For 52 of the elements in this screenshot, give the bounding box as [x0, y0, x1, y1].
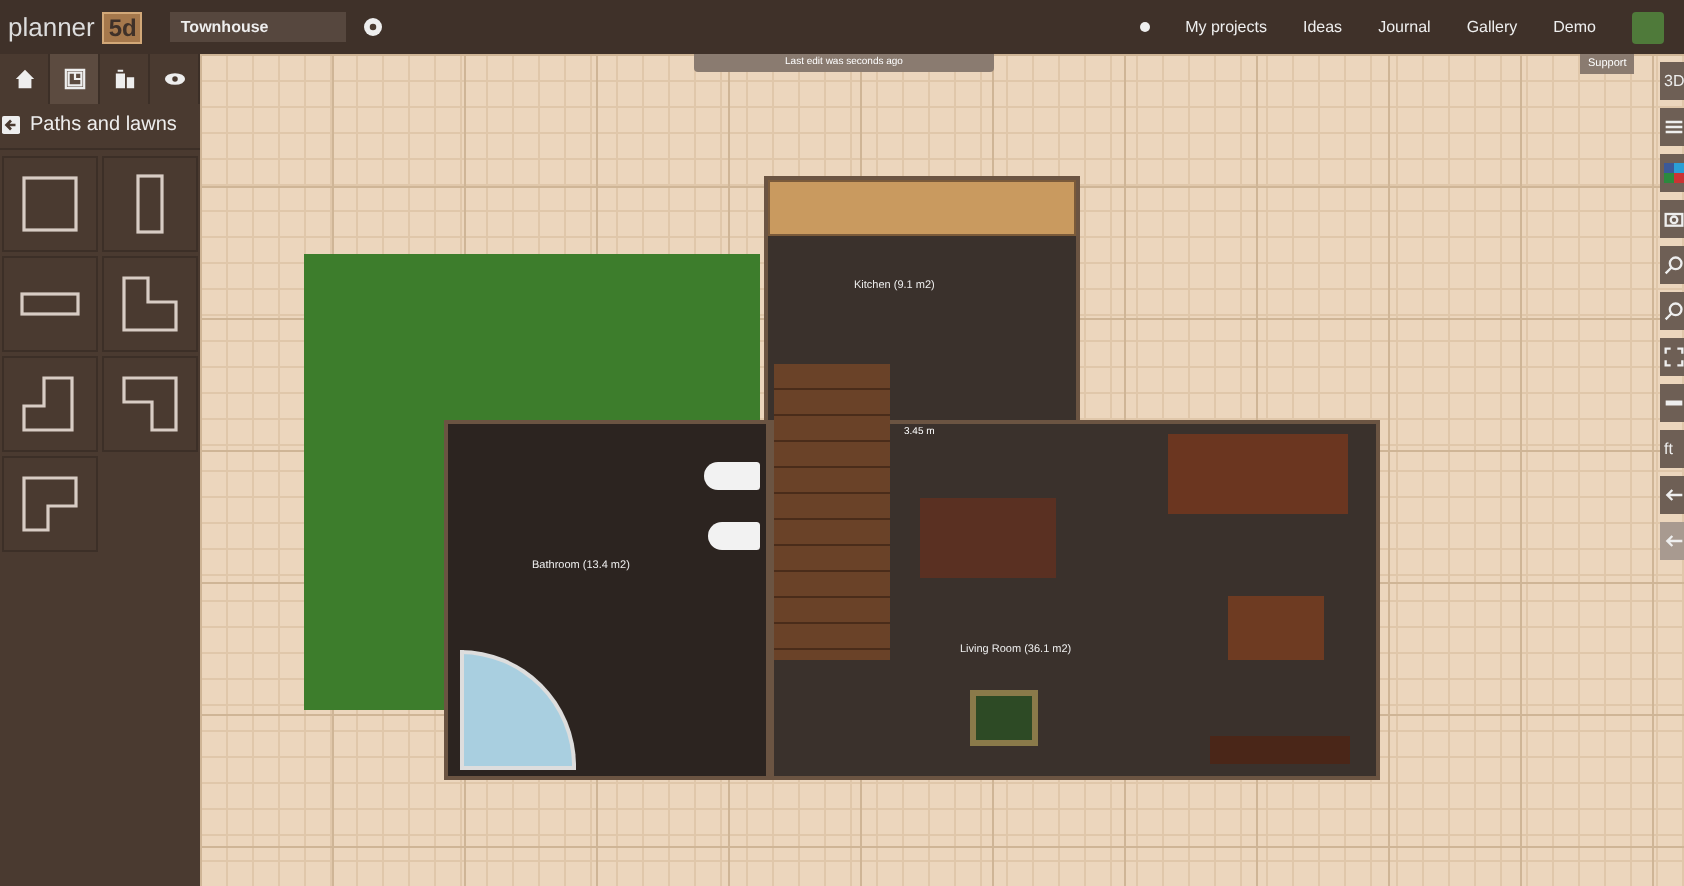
bullet-icon	[1139, 22, 1150, 32]
undo-button[interactable]	[1660, 476, 1684, 514]
house-icon	[13, 68, 35, 90]
shape-tile[interactable]	[2, 256, 98, 352]
nav-link[interactable]: Journal	[1378, 18, 1431, 36]
undo-icon	[1664, 484, 1684, 506]
square-shape-icon	[20, 174, 80, 234]
brand-name: planner	[8, 12, 95, 42]
coffee-table-drawing	[1228, 596, 1324, 660]
shape-tile[interactable]	[102, 256, 198, 352]
brand-logo: 5d	[102, 11, 143, 43]
social-icon	[1664, 162, 1684, 184]
eye-icon	[163, 68, 185, 90]
nav-link[interactable]: Gallery	[1466, 18, 1518, 36]
tool-button[interactable]: 3D	[1660, 62, 1684, 100]
panel-title: Paths and lawns	[30, 114, 177, 136]
floorplan-icon	[63, 68, 85, 90]
redo-icon	[1664, 530, 1684, 552]
fit-button[interactable]	[1660, 338, 1684, 376]
rug-drawing	[970, 690, 1038, 746]
toilet-drawing	[708, 522, 760, 550]
shape-tile[interactable]	[2, 456, 98, 552]
shape-tile[interactable]	[2, 356, 98, 452]
list-button[interactable]	[1660, 108, 1684, 146]
shape-tile[interactable]	[102, 156, 198, 252]
nav-link[interactable]: Ideas	[1302, 18, 1343, 36]
l-top-left-shape-icon	[120, 274, 180, 334]
building-icon	[113, 68, 135, 90]
l-bottom-left-shape-icon	[20, 374, 80, 434]
project-name-field[interactable]: Townhouse	[170, 12, 347, 42]
l-top-right-shape-icon	[120, 374, 180, 434]
camera-button[interactable]	[1660, 200, 1684, 238]
l-top-left-small-shape-icon	[20, 474, 80, 534]
floorplan-tab[interactable]	[50, 54, 100, 104]
zoom-out-button[interactable]	[1660, 292, 1684, 330]
avatar[interactable]	[1632, 11, 1664, 43]
zoom-out-icon	[1664, 300, 1684, 322]
shape-tile[interactable]	[2, 156, 98, 252]
back-arrow-icon[interactable]	[2, 116, 20, 134]
tool-button[interactable]: ft	[1660, 430, 1684, 468]
dining-table-drawing	[920, 498, 1056, 578]
zoom-in-button[interactable]	[1660, 246, 1684, 284]
fit-icon	[1664, 346, 1684, 368]
list-icon	[1664, 116, 1684, 138]
nav-link[interactable]: My projects	[1185, 18, 1267, 36]
toilet-drawing	[704, 462, 760, 490]
zoom-in-icon	[1664, 254, 1684, 276]
settings-icon[interactable]	[364, 18, 383, 36]
camera-icon	[1664, 208, 1684, 230]
shape-tile[interactable]	[102, 356, 198, 452]
nav-link[interactable]: Demo	[1553, 18, 1596, 36]
ruler-button[interactable]	[1660, 384, 1684, 422]
